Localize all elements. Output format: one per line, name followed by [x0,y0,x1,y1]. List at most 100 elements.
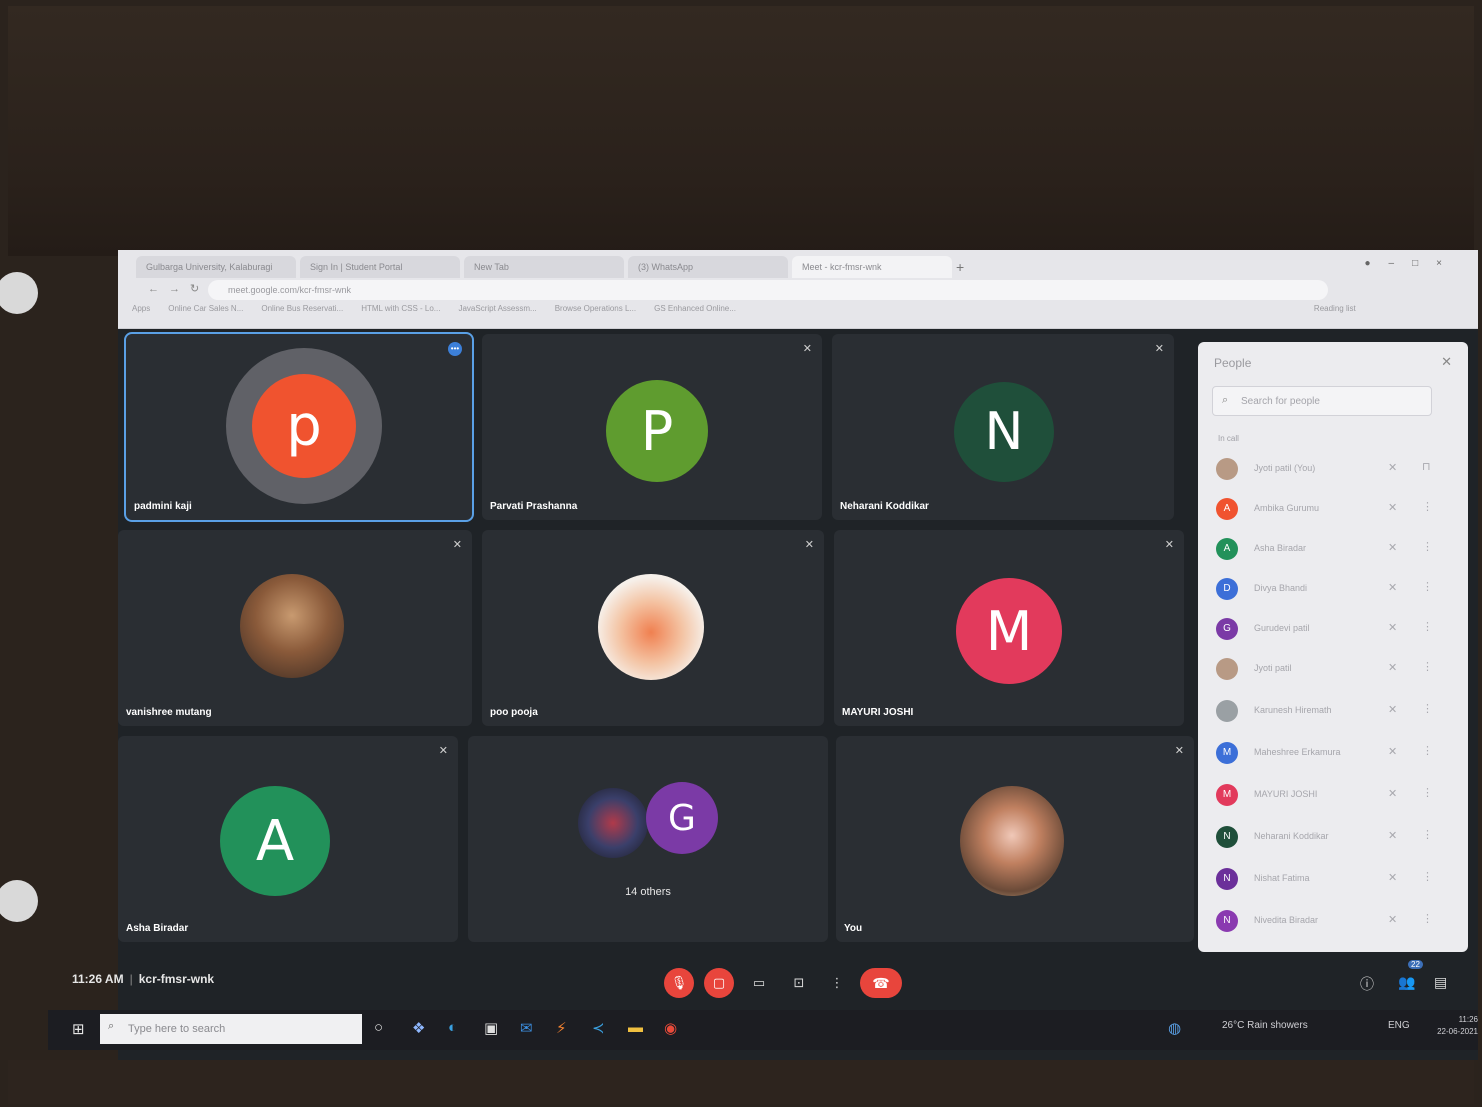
participant-row[interactable]: D Divya Bhandi ✕ ⋮ [1216,574,1446,604]
bookmark[interactable]: Online Bus Reservati... [261,304,343,313]
meeting-time: 11:26 AM [72,972,124,986]
punch-hole [0,880,38,922]
chat-icon[interactable]: ▤ [1434,974,1447,991]
others-tile[interactable]: G 14 others [468,736,828,942]
more-icon[interactable]: ⋮ [1422,786,1433,799]
participant-name: Maheshree Erkamura [1254,747,1341,757]
edge-icon[interactable]: ◐ [448,1019,457,1036]
more-icon[interactable]: ⋮ [1422,580,1433,593]
section-label: In call [1218,434,1239,443]
participant-row[interactable]: Jyoti patil ✕ ⋮ [1216,654,1446,684]
participant-tile[interactable]: A ✕ Asha Biradar [118,736,458,942]
participant-row[interactable]: A Asha Biradar ✕ ⋮ [1216,534,1446,564]
more-icon[interactable]: ⋮ [1422,500,1433,513]
close-icon[interactable]: ✕ [1441,354,1452,370]
language-indicator[interactable]: ENG [1388,1020,1410,1031]
avatar: M [956,578,1062,684]
browser-chrome: Gulbarga University, Kalaburagi Sign In … [118,250,1478,329]
dropbox-icon[interactable]: ❖ [412,1019,425,1037]
captions-button[interactable]: ▭ [744,968,774,998]
windows-taskbar: ⊞ Type here to search ⌕ ○ ❖ ◐ ▣ ✉ ⚡ ≺ ▬ … [48,1010,1478,1050]
more-icon[interactable]: ⋮ [1422,912,1433,925]
browser-tab-active[interactable]: Meet - kcr-fmsr-wnk [792,256,952,278]
participant-row[interactable]: M MAYURI JOSHI ✕ ⋮ [1216,780,1446,810]
mic-off-icon: ✕ [452,539,462,551]
widget-icon[interactable]: ◍ [1168,1019,1181,1037]
more-icon[interactable]: ⋮ [1422,744,1433,757]
end-call-button[interactable]: ☎ [860,968,902,998]
more-icon[interactable]: ⋮ [1422,870,1433,883]
more-icon[interactable]: ⋮ [1422,620,1433,633]
people-icon[interactable]: 👥 [1398,974,1415,991]
weather-status[interactable]: 26°C Rain showers [1222,1020,1308,1031]
camera-off-button[interactable]: ▢ [704,968,734,998]
more-icon[interactable]: ⋮ [1422,540,1433,553]
bookmark[interactable]: HTML with CSS - Lo... [361,304,440,313]
mic-off-icon: ✕ [1388,914,1398,926]
participant-row[interactable]: G Gurudevi patil ✕ ⋮ [1216,614,1446,644]
photo-background [8,1060,1474,1104]
mic-off-icon: ✕ [1388,872,1398,884]
participant-name: Jyoti patil [1254,663,1292,673]
mic-off-icon: ✕ [802,343,812,355]
participant-name: Divya Bhandi [1254,583,1308,593]
cortana-icon[interactable]: ○ [374,1019,383,1036]
participant-row[interactable]: N Neharani Koddikar ✕ ⋮ [1216,822,1446,852]
app-icon[interactable]: ⚡ [556,1019,567,1037]
folder-icon[interactable]: ▬ [628,1019,643,1036]
windows-start-icon[interactable]: ⊞ [72,1020,85,1038]
more-icon[interactable]: ⋮ [1422,702,1433,715]
chrome-icon[interactable]: ◉ [664,1019,677,1037]
bookmark[interactable]: Apps [132,304,150,313]
bookmark[interactable]: Browse Operations L... [555,304,636,313]
self-tile: ✕ You [836,736,1194,942]
mic-off-icon: ✕ [1154,343,1164,355]
participant-tile[interactable]: p ••• padmini kaji [124,332,474,522]
participant-tile[interactable]: P ✕ Parvati Prashanna [482,334,822,520]
participant-row[interactable]: N Nivedita Biradar ✕ ⋮ [1216,906,1446,936]
new-tab-button[interactable]: + [956,256,974,278]
participant-name: Jyoti patil (You) [1254,463,1316,473]
info-icon[interactable]: ⓘ [1360,974,1374,994]
avatar: D [1216,578,1238,600]
participant-tile[interactable]: ✕ poo pooja [482,530,824,726]
participant-name: You [844,923,863,934]
taskbar-clock[interactable]: 11:26 22-06-2021 [1437,1014,1478,1038]
more-options-icon[interactable]: ⋮ [822,968,852,998]
more-icon[interactable]: ⋮ [1422,660,1433,673]
reading-list[interactable]: Reading list [1314,304,1356,313]
participant-row[interactable]: Jyoti patil (You) ✕ ⊓ [1216,454,1446,484]
more-icon[interactable]: ⋮ [1422,828,1433,841]
punch-hole [0,272,38,314]
search-icon: ⌕ [108,1020,115,1032]
taskbar-search-input[interactable]: Type here to search [100,1014,362,1044]
participant-row[interactable]: M Maheshree Erkamura ✕ ⋮ [1216,738,1446,768]
vscode-icon[interactable]: ≺ [592,1019,605,1037]
mic-off-button[interactable]: 🎙 [664,968,694,998]
participant-name: padmini kaji [134,501,192,512]
mail-icon[interactable]: ✉ [520,1019,533,1037]
browser-tab[interactable]: Sign In | Student Portal [300,256,460,278]
window-controls[interactable]: ●–□× [1365,258,1460,269]
browser-tab[interactable]: New Tab [464,256,624,278]
present-button[interactable]: ⊡ [784,968,814,998]
bookmark[interactable]: Online Car Sales N... [168,304,243,313]
browser-tab[interactable]: (3) WhatsApp [628,256,788,278]
people-search-input[interactable]: Search for people [1212,386,1432,416]
avatar: G [1216,618,1238,640]
participant-tile[interactable]: ✕ vanishree mutang [118,530,472,726]
participant-row[interactable]: Karunesh Hiremath ✕ ⋮ [1216,696,1446,726]
avatar: G [646,782,718,854]
participant-tile[interactable]: N ✕ Neharani Koddikar [832,334,1174,520]
reload-icon[interactable]: ←→↻ [148,282,209,295]
bookmark[interactable]: GS Enhanced Online... [654,304,736,313]
participant-row[interactable]: N Nishat Fatima ✕ ⋮ [1216,864,1446,894]
pin-icon[interactable]: ⊓ [1422,460,1431,473]
participant-name: Ambika Gurumu [1254,503,1320,513]
participant-tile[interactable]: M ✕ MAYURI JOSHI [834,530,1184,726]
bookmark[interactable]: JavaScript Assessm... [458,304,536,313]
store-icon[interactable]: ▣ [484,1019,498,1037]
browser-tab[interactable]: Gulbarga University, Kalaburagi [136,256,296,278]
address-bar[interactable]: meet.google.com/kcr-fmsr-wnk [208,280,1328,300]
participant-row[interactable]: A Ambika Gurumu ✕ ⋮ [1216,494,1446,524]
